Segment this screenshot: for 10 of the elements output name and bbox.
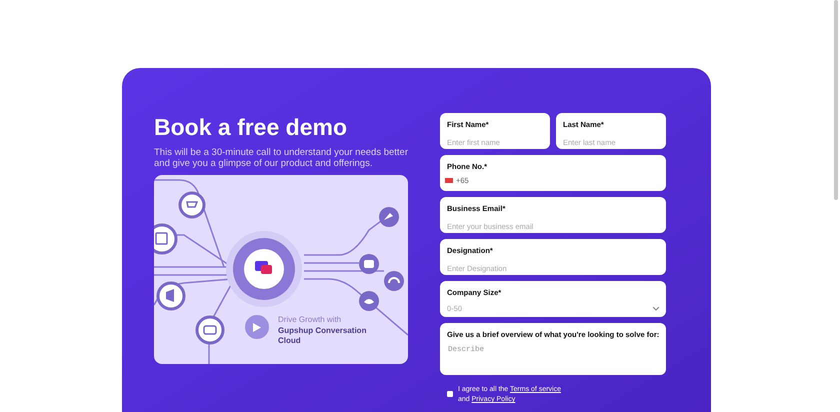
caption-subtitle: Drive Growth with [278,315,342,325]
agreement-checkbox[interactable] [447,391,453,397]
play-icon [253,322,261,332]
flag-icon [445,178,453,184]
caption-title: Gupshup Conversation Cloud [278,326,368,346]
scrollbar[interactable] [834,0,838,200]
chevron-down-icon [653,306,659,311]
play-button[interactable] [245,315,269,339]
page-subheading: This will be a 30-minute call to understand your needs better and give you a glimpse of our product and offerings. [154,147,409,169]
page-heading: Book a free demo [154,113,348,141]
